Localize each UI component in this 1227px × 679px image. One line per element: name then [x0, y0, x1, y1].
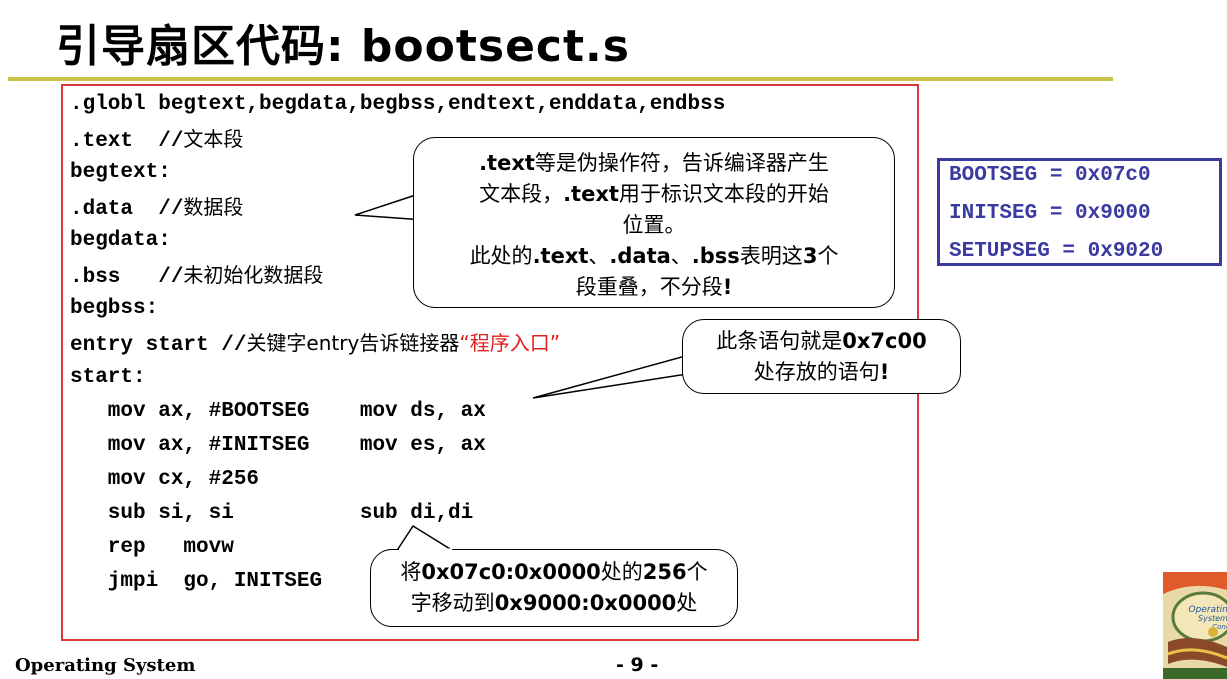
- segment-constants-box: BOOTSEG = 0x07c0 INITSEG = 0x9000 SETUPS…: [937, 158, 1222, 266]
- page-number: - 9 -: [616, 654, 659, 676]
- segment-setupseg: SETUPSEG = 0x9020: [949, 240, 1164, 263]
- segment-bootseg: BOOTSEG = 0x07c0: [949, 164, 1151, 187]
- segment-initseg: INITSEG = 0x9000: [949, 202, 1151, 225]
- callout-tail-joins: [399, 189, 701, 552]
- footer-course-name: Operating System: [15, 655, 196, 676]
- svg-text:Systems: Systems: [1198, 614, 1227, 623]
- book-cover-logo: Operating Systems Conc: [1163, 572, 1227, 679]
